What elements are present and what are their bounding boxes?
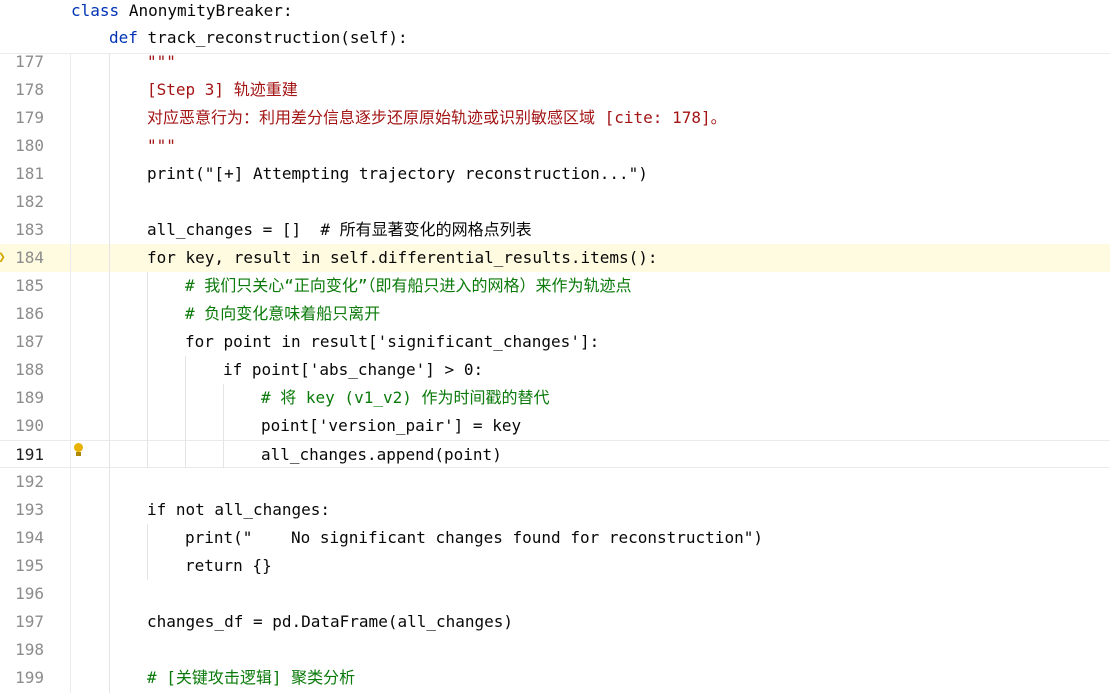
line-number[interactable]: 185 [0, 272, 44, 300]
line-number[interactable]: 196 [0, 580, 44, 608]
code-line-178[interactable]: 178 [Step 3] 轨迹重建 [0, 76, 1110, 104]
code-text[interactable]: print("[+] Attempting trajectory reconst… [147, 160, 648, 188]
code-line-196[interactable]: 196 [0, 580, 1110, 608]
code-text[interactable]: if not all_changes: [147, 496, 330, 524]
line-number[interactable]: 191 [0, 441, 44, 469]
code-line-179[interactable]: 179 对应恶意行为：利用差分信息逐步还原原始轨迹或识别敏感区域 [cite: … [0, 104, 1110, 132]
code-text[interactable]: changes_df = pd.DataFrame(all_changes) [147, 608, 513, 636]
code-line-192[interactable]: 192 [0, 468, 1110, 496]
line-number[interactable]: 194 [0, 524, 44, 552]
code-line-187[interactable]: 187 for point in result['significant_cha… [0, 328, 1110, 356]
code-text[interactable]: # [关键攻击逻辑] 聚类分析 [147, 664, 355, 692]
def-keyword: def [109, 28, 138, 47]
line-number[interactable]: 198 [0, 636, 44, 664]
sticky-def-line[interactable]: def track_reconstruction(self): [109, 24, 408, 52]
code-line-197[interactable]: 197 changes_df = pd.DataFrame(all_change… [0, 608, 1110, 636]
code-line-189[interactable]: 189 # 将 key (v1_v2) 作为时间戳的替代 [0, 384, 1110, 412]
lightbulb-icon[interactable] [73, 443, 85, 459]
indent-guide [185, 356, 186, 468]
code-text[interactable]: return {} [185, 552, 272, 580]
code-text[interactable]: # 将 key (v1_v2) 作为时间戳的替代 [261, 384, 550, 412]
code-line-191[interactable]: 191 all_changes.append(point) [0, 440, 1110, 468]
class-keyword: class [71, 1, 120, 20]
code-line-193[interactable]: 193 if not all_changes: [0, 496, 1110, 524]
line-number[interactable]: 193 [0, 496, 44, 524]
sticky-scope-header[interactable]: class AnonymityBreaker: def track_recons… [0, 0, 1110, 54]
code-line-186[interactable]: 186 # 负向变化意味着船只离开 [0, 300, 1110, 328]
code-text[interactable]: point['version_pair'] = key [261, 412, 521, 440]
code-line-190[interactable]: 190 point['version_pair'] = key [0, 412, 1110, 440]
code-line-199[interactable]: 199 # [关键攻击逻辑] 聚类分析 [0, 664, 1110, 692]
line-number[interactable]: 199 [0, 664, 44, 692]
line-number[interactable]: 183 [0, 216, 44, 244]
code-line-185[interactable]: 185 # 我们只关心“正向变化”（即有船只进入的网格）来作为轨迹点 [0, 272, 1110, 300]
indent-guide [147, 524, 148, 580]
line-number[interactable]: 197 [0, 608, 44, 636]
code-line-184[interactable]: ❯ 184 for key, result in self.differenti… [0, 244, 1110, 272]
line-number[interactable]: 189 [0, 384, 44, 412]
code-line-195[interactable]: 195 return {} [0, 552, 1110, 580]
line-number[interactable]: 186 [0, 300, 44, 328]
code-text[interactable]: print(" No significant changes found for… [185, 524, 763, 552]
code-text[interactable]: 对应恶意行为：利用差分信息逐步还原原始轨迹或识别敏感区域 [cite: 178]… [147, 104, 727, 132]
line-number[interactable]: 181 [0, 160, 44, 188]
line-number[interactable]: 182 [0, 188, 44, 216]
indent-guide [147, 272, 148, 468]
code-text[interactable]: for point in result['significant_changes… [185, 328, 599, 356]
code-text[interactable]: for key, result in self.differential_res… [147, 244, 658, 272]
indent-guide [223, 384, 224, 468]
code-text[interactable]: # 负向变化意味着船只离开 [185, 300, 380, 328]
line-number[interactable]: 187 [0, 328, 44, 356]
code-line-183[interactable]: 183 all_changes = [] # 所有显著变化的网格点列表 [0, 216, 1110, 244]
line-number[interactable]: 190 [0, 412, 44, 440]
code-text[interactable]: # 我们只关心“正向变化”（即有船只进入的网格）来作为轨迹点 [185, 272, 632, 300]
code-line-181[interactable]: 181 print("[+] Attempting trajectory rec… [0, 160, 1110, 188]
line-number[interactable]: 195 [0, 552, 44, 580]
indent-guide [109, 53, 110, 693]
line-number[interactable]: 179 [0, 104, 44, 132]
code-text[interactable]: all_changes.append(point) [261, 441, 502, 469]
gutter-divider [70, 53, 71, 693]
code-text[interactable]: if point['abs_change'] > 0: [223, 356, 483, 384]
code-text[interactable]: all_changes = [] # 所有显著变化的网格点列表 [147, 216, 532, 244]
line-number[interactable]: 184 [0, 244, 44, 272]
code-line-198[interactable]: 198 [0, 636, 1110, 664]
sticky-class-line[interactable]: class AnonymityBreaker: [71, 0, 293, 25]
line-number[interactable]: 180 [0, 132, 44, 160]
code-line-182[interactable]: 182 [0, 188, 1110, 216]
line-number[interactable]: 178 [0, 76, 44, 104]
code-line-180[interactable]: 180 """ [0, 132, 1110, 160]
class-name: AnonymityBreaker: [128, 1, 293, 20]
code-line-194[interactable]: 194 print(" No significant changes found… [0, 524, 1110, 552]
code-text[interactable]: [Step 3] 轨迹重建 [147, 76, 298, 104]
line-number[interactable]: 192 [0, 468, 44, 496]
line-number[interactable]: 188 [0, 356, 44, 384]
function-signature: track_reconstruction(self): [147, 28, 408, 47]
code-line-188[interactable]: 188 if point['abs_change'] > 0: [0, 356, 1110, 384]
code-text[interactable]: """ [147, 132, 176, 160]
